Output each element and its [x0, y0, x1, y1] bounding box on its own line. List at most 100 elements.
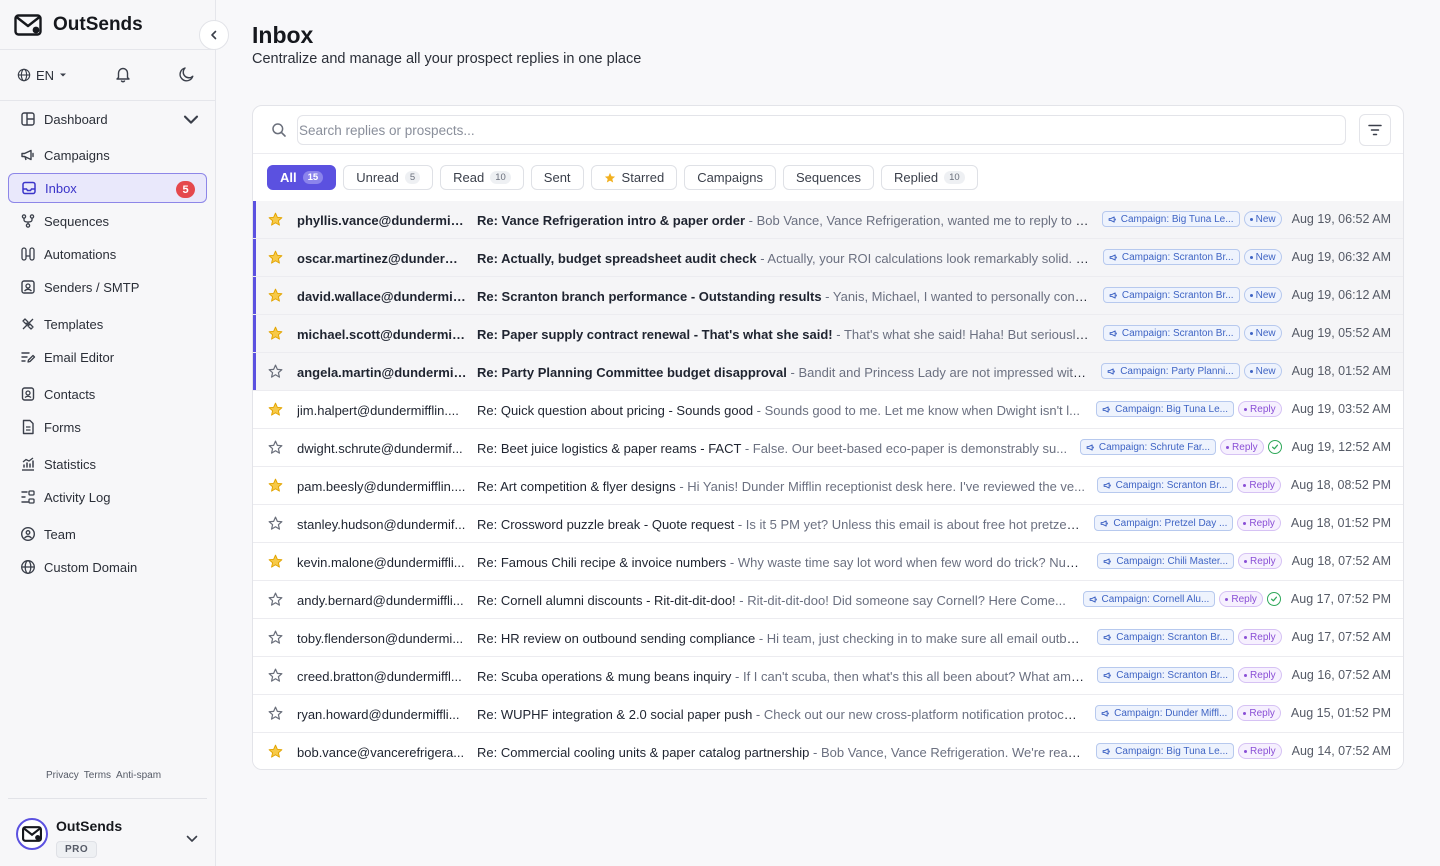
- notifications-bell-icon[interactable]: [114, 65, 132, 86]
- star-filled-icon[interactable]: [268, 744, 283, 762]
- envelope-logo-icon: [13, 13, 43, 37]
- message-row[interactable]: stanley.hudson@dundermif... Campaign: Pre…: [253, 505, 1403, 543]
- message-row[interactable]: toby.flenderson@dundermi... Campaign: Scr…: [253, 619, 1403, 657]
- campaign-tag[interactable]: Campaign: Big Tuna Le...: [1096, 401, 1235, 417]
- tab-all[interactable]: All 15: [267, 165, 337, 190]
- star-outline-icon[interactable]: [268, 364, 283, 382]
- footer-link-privacy[interactable]: Privacy: [46, 770, 79, 781]
- tab-read[interactable]: Read 10: [440, 165, 524, 190]
- statistics-icon: [20, 456, 36, 472]
- chevron-left-icon: [211, 30, 217, 40]
- sidebar-item-forms[interactable]: Forms: [8, 412, 207, 442]
- campaign-tag[interactable]: Campaign: Big Tuna Le...: [1096, 743, 1235, 759]
- sidebar-item-inbox[interactable]: Inbox 5: [8, 173, 207, 203]
- received-date: Aug 14, 07:52 AM: [1291, 744, 1391, 758]
- star-outline-icon[interactable]: [268, 516, 283, 534]
- message-row[interactable]: jim.halpert@dundermifflin.... Campaign: B…: [253, 391, 1403, 429]
- inbox-icon: [21, 180, 37, 196]
- star-filled-icon[interactable]: [268, 402, 283, 420]
- status-badge: Reply: [1238, 401, 1282, 417]
- search-input[interactable]: [297, 115, 1346, 145]
- tab-campaigns[interactable]: Campaigns: [684, 165, 776, 190]
- sidebar-item-activity-log[interactable]: Activity Log: [8, 482, 207, 512]
- tab-starred[interactable]: Starred: [590, 165, 678, 190]
- account-switcher[interactable]: OutSends PRO: [16, 818, 122, 858]
- sidebar-item-statistics[interactable]: Statistics: [8, 449, 207, 479]
- campaign-tag[interactable]: Campaign: Party Planni...: [1101, 363, 1240, 379]
- sidebar-item-templates[interactable]: Templates: [8, 309, 207, 339]
- sidebar-item-automations[interactable]: Automations: [8, 239, 207, 269]
- tab-unread[interactable]: Unread 5: [343, 165, 434, 190]
- campaign-tag[interactable]: Campaign: Schrute Far...: [1079, 439, 1217, 455]
- filter-icon: [1368, 124, 1382, 136]
- tab-sequences[interactable]: Sequences: [782, 165, 875, 190]
- preview-separator: -: [832, 327, 844, 342]
- star-filled-icon[interactable]: [268, 326, 283, 344]
- sidebar-item-label: Dashboard: [44, 111, 108, 127]
- language-selector[interactable]: EN: [17, 68, 67, 83]
- message-row[interactable]: bob.vance@vancerefrigera... Campaign: Big…: [253, 733, 1403, 769]
- message-row[interactable]: angela.martin@dundermif... Campaign: Part…: [253, 353, 1403, 391]
- message-subject: Re: Beet juice logistics & paper reams -…: [477, 441, 742, 456]
- message-row[interactable]: ryan.howard@dundermiffli... Campaign: Dun…: [253, 695, 1403, 733]
- star-outline-icon[interactable]: [268, 592, 283, 610]
- campaign-tag[interactable]: Campaign: Pretzel Day ...: [1094, 515, 1234, 531]
- star-outline-icon[interactable]: [268, 706, 283, 724]
- filter-button[interactable]: [1359, 114, 1391, 146]
- footer-links: Privacy Terms Anti-spam: [46, 770, 161, 781]
- status-badge: New: [1243, 211, 1282, 227]
- sidebar-item-dashboard[interactable]: Dashboard: [8, 104, 207, 134]
- star-outline-icon[interactable]: [268, 668, 283, 686]
- star-filled-icon[interactable]: [268, 288, 283, 306]
- campaign-name: Campaign: Scranton Br...: [1116, 631, 1229, 643]
- star-outline-icon[interactable]: [268, 440, 283, 458]
- dark-mode-moon-icon[interactable]: [178, 65, 196, 86]
- status-label: Reply: [1249, 707, 1275, 719]
- sidebar-item-contacts[interactable]: Contacts: [8, 379, 207, 409]
- status-label: Reply: [1249, 517, 1275, 529]
- star-filled-icon[interactable]: [268, 554, 283, 572]
- sidebar-item-custom-domain[interactable]: Custom Domain: [8, 552, 207, 582]
- message-row[interactable]: pam.beesly@dundermifflin.... Campaign: Sc…: [253, 467, 1403, 505]
- message-row[interactable]: kevin.malone@dundermiffli... Campaign: Ch…: [253, 543, 1403, 581]
- sidebar-item-label: Forms: [44, 419, 81, 435]
- campaign-tag[interactable]: Campaign: Chili Master...: [1097, 553, 1235, 569]
- campaign-tag[interactable]: Campaign: Cornell Alu...: [1082, 591, 1216, 607]
- sender-email: ryan.howard@dundermiffli...: [297, 707, 460, 722]
- collapse-sidebar-button[interactable]: [199, 20, 229, 50]
- message-row[interactable]: andy.bernard@dundermiffli... Campaign: Co…: [253, 581, 1403, 619]
- campaign-tag[interactable]: Campaign: Scranton Br...: [1102, 287, 1240, 303]
- preview-separator: -: [752, 707, 764, 722]
- star-outline-icon[interactable]: [268, 630, 283, 648]
- sidebar-item-campaigns[interactable]: Campaigns: [8, 140, 207, 170]
- message-row[interactable]: phyllis.vance@dundermiff... Campaign: Big…: [253, 201, 1403, 239]
- message-row[interactable]: creed.bratton@dundermiffl... Campaign: Sc…: [253, 657, 1403, 695]
- star-filled-icon[interactable]: [268, 212, 283, 230]
- sidebar-item-sequences[interactable]: Sequences: [8, 206, 207, 236]
- footer-link-anti-spam[interactable]: Anti-spam: [116, 770, 161, 781]
- message-row[interactable]: oscar.martinez@dundermi... Campaign: Scra…: [253, 239, 1403, 277]
- sidebar-item-email-editor[interactable]: Email Editor: [8, 342, 207, 372]
- star-filled-icon[interactable]: [268, 250, 283, 268]
- campaign-tag[interactable]: Campaign: Scranton Br...: [1097, 629, 1235, 645]
- campaign-tag[interactable]: Campaign: Dunder Miffl...: [1095, 705, 1234, 721]
- chevron-down-icon[interactable]: [183, 112, 199, 131]
- tab-sent[interactable]: Sent: [530, 165, 584, 190]
- message-row[interactable]: michael.scott@dundermiff... Campaign: Scr…: [253, 315, 1403, 353]
- chevron-down-icon[interactable]: [186, 831, 198, 846]
- star-filled-icon[interactable]: [268, 478, 283, 496]
- campaign-tag[interactable]: Campaign: Big Tuna Le...: [1101, 211, 1240, 227]
- message-row[interactable]: dwight.schrute@dundermif... Campaign: Sch…: [253, 429, 1403, 467]
- message-row[interactable]: david.wallace@dundermif... Campaign: Scra…: [253, 277, 1403, 315]
- sender-email: angela.martin@dundermif...: [297, 365, 467, 380]
- sidebar-item-senders-smtp[interactable]: Senders / SMTP: [8, 272, 207, 302]
- tab-replied[interactable]: Replied 10: [881, 165, 978, 190]
- campaign-tag[interactable]: Campaign: Scranton Br...: [1102, 325, 1240, 341]
- campaign-tag[interactable]: Campaign: Scranton Br...: [1096, 477, 1234, 493]
- sidebar-item-label: Custom Domain: [44, 559, 138, 575]
- footer-link-terms[interactable]: Terms: [84, 770, 111, 781]
- sidebar-item-team[interactable]: Team: [8, 519, 207, 549]
- message-preview: If I can't scuba, then what's this all b…: [742, 669, 1085, 684]
- campaign-tag[interactable]: Campaign: Scranton Br...: [1097, 667, 1235, 683]
- campaign-tag[interactable]: Campaign: Scranton Br...: [1102, 249, 1240, 265]
